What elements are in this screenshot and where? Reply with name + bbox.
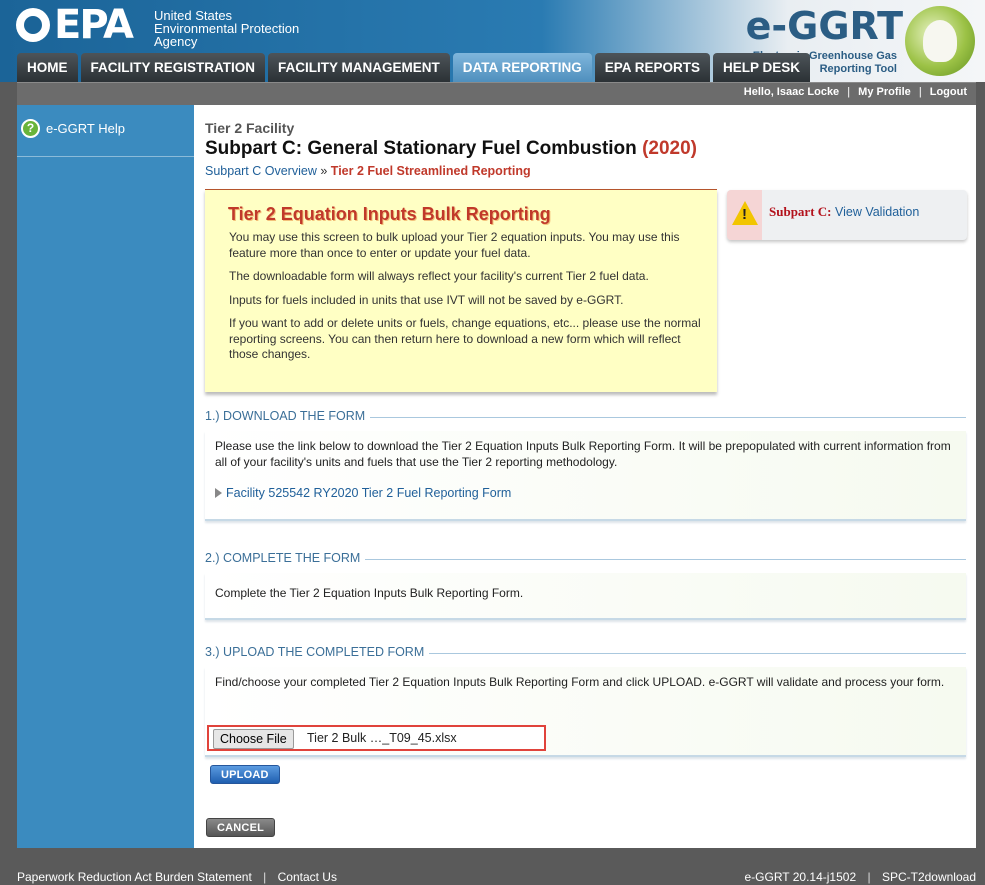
expand-triangle-icon (215, 488, 222, 498)
epa-seal-icon (16, 8, 50, 42)
screen-id: SPC-T2download (881, 870, 976, 884)
info-paragraph: If you want to add or delete units or fu… (229, 316, 701, 361)
step-title: 2.) COMPLETE THE FORM (205, 551, 366, 565)
step-header: 2.) COMPLETE THE FORM (205, 551, 966, 567)
site-footer: Paperwork Reduction Act Burden Statement… (0, 848, 985, 885)
step-instructions: Please use the link below to download th… (215, 439, 951, 469)
reporting-year: (2020) (642, 138, 697, 159)
step-upload-form: 3.) UPLOAD THE COMPLETED FORM Find/choos… (205, 645, 966, 757)
file-input[interactable]: Choose File Tier 2 Bulk …_T09_45.xlsx (207, 725, 546, 751)
sidebar-divider (17, 156, 194, 157)
contact-us-link[interactable]: Contact Us (278, 870, 337, 884)
facility-type-label: Tier 2 Facility (205, 120, 295, 136)
info-box: Tier 2 Equation Inputs Bulk Reporting Yo… (205, 189, 717, 392)
eggrt-help-link[interactable]: ? e-GGRT Help (21, 119, 125, 138)
paperwork-reduction-link[interactable]: Paperwork Reduction Act Burden Statement (17, 870, 252, 884)
eggrt-name: e-GGRT (745, 4, 903, 48)
nav-tab-facility-registration[interactable]: FACILITY REGISTRATION (80, 53, 266, 82)
validation-text: Subpart C: View Validation (769, 204, 919, 220)
app-version: e-GGRT 20.14-j1502 (744, 870, 857, 884)
help-icon: ? (21, 119, 40, 138)
nav-tab-help-desk[interactable]: HELP DESK (713, 53, 811, 82)
agency-line-3: Agency (154, 34, 198, 49)
step-body: Please use the link below to download th… (205, 431, 966, 521)
nav-tab-data-reporting[interactable]: DATA REPORTING (452, 53, 592, 82)
agency-name: United States Environmental Protection A… (154, 9, 299, 48)
nav-tab-facility-management[interactable]: FACILITY MANAGEMENT (268, 53, 450, 82)
footer-links: Paperwork Reduction Act Burden Statement… (17, 870, 337, 884)
breadcrumb-subpart-c-overview[interactable]: Subpart C Overview (205, 164, 317, 178)
egret-logo-icon (905, 6, 975, 76)
sidebar: ? e-GGRT Help (17, 105, 194, 848)
footer-version-info: e-GGRT 20.14-j1502 | SPC-T2download (745, 870, 977, 884)
warning-icon-mark: ! (742, 206, 747, 223)
step-title: 3.) UPLOAD THE COMPLETED FORM (205, 645, 430, 659)
cancel-button[interactable]: CANCEL (206, 818, 276, 837)
epa-logo[interactable]: EPA United States Environmental Protecti… (16, 2, 316, 48)
eggrt-help-label: e-GGRT Help (46, 121, 125, 136)
site-header: EPA United States Environmental Protecti… (0, 0, 985, 82)
page-title-text: Subpart C: General Stationary Fuel Combu… (205, 138, 637, 159)
nav-tab-epa-reports[interactable]: EPA REPORTS (594, 53, 711, 82)
step-instructions: Complete the Tier 2 Equation Inputs Bulk… (215, 586, 524, 600)
logout-link[interactable]: Logout (930, 86, 967, 98)
user-greeting: Hello, Isaac Locke (743, 86, 840, 98)
epa-wordmark: EPA (54, 2, 134, 48)
info-box-title: Tier 2 Equation Inputs Bulk Reporting (228, 204, 551, 224)
step-complete-form: 2.) COMPLETE THE FORM Complete the Tier … (205, 551, 966, 620)
step-instructions: Find/choose your completed Tier 2 Equati… (215, 675, 945, 689)
footer-separator: | (263, 870, 267, 884)
my-profile-link[interactable]: My Profile (858, 86, 911, 98)
download-form-link[interactable]: Facility 525542 RY2020 Tier 2 Fuel Repor… (215, 486, 956, 500)
breadcrumb-current: Tier 2 Fuel Streamlined Reporting (330, 164, 531, 178)
step-download-form: 1.) DOWNLOAD THE FORM Please use the lin… (205, 409, 966, 521)
upload-button[interactable]: UPLOAD (210, 765, 280, 784)
choose-file-button[interactable]: Choose File (213, 729, 294, 749)
view-validation-link[interactable]: View Validation (835, 205, 919, 219)
step-title: 1.) DOWNLOAD THE FORM (205, 409, 371, 423)
info-paragraph: You may use this screen to bulk upload y… (229, 230, 680, 260)
step-body: Complete the Tier 2 Equation Inputs Bulk… (205, 573, 966, 620)
breadcrumb-separator: » (320, 164, 328, 178)
page-frame: Hello, Isaac Locke | My Profile | Logout… (17, 82, 976, 848)
user-bar: Hello, Isaac Locke | My Profile | Logout (17, 82, 976, 105)
validation-label: Subpart C: (769, 204, 832, 219)
footer-separator: | (867, 870, 871, 884)
download-form-link-text: Facility 525542 RY2020 Tier 2 Fuel Repor… (226, 486, 512, 500)
validation-icon-cell: ! (727, 190, 762, 240)
user-link-separator: | (918, 86, 922, 98)
validation-box: ! Subpart C: View Validation (727, 190, 967, 240)
main-content: Tier 2 Facility Subpart C: General Stati… (194, 105, 976, 848)
page-title: Subpart C: General Stationary Fuel Combu… (205, 138, 697, 160)
info-paragraph: Inputs for fuels included in units that … (229, 292, 624, 307)
step-header: 3.) UPLOAD THE COMPLETED FORM (205, 645, 966, 661)
nav-tab-home[interactable]: HOME (17, 53, 78, 82)
main-nav: HOME FACILITY REGISTRATION FACILITY MANA… (17, 53, 811, 82)
selected-file-name: Tier 2 Bulk …_T09_45.xlsx (307, 731, 457, 745)
breadcrumb: Subpart C Overview » Tier 2 Fuel Streaml… (205, 164, 531, 178)
info-paragraph: The downloadable form will always reflec… (229, 269, 649, 283)
user-link-separator: | (847, 86, 851, 98)
step-header: 1.) DOWNLOAD THE FORM (205, 409, 966, 425)
user-links: Hello, Isaac Locke | My Profile | Logout (744, 86, 967, 98)
